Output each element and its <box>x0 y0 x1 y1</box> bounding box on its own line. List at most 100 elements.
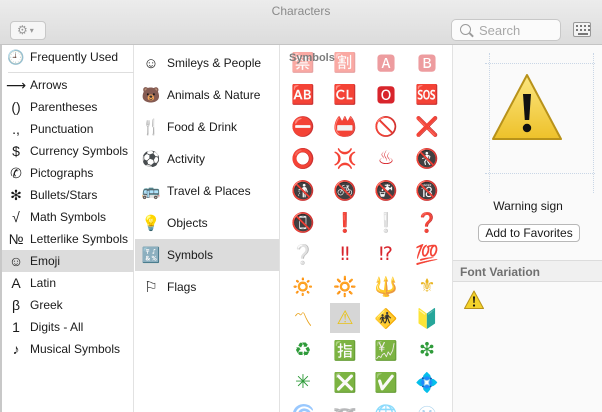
emoji-cell[interactable]: 🔆 <box>330 271 360 301</box>
emoji-cell[interactable]: ✅ <box>371 367 401 397</box>
search-field[interactable] <box>451 19 561 41</box>
emoji-cell[interactable]: 🚸 <box>371 303 401 333</box>
sidebar-item-math-symbols[interactable]: √ Math Symbols <box>2 206 134 228</box>
sidebar-item-bullets-stars[interactable]: ✻ Bullets/Stars <box>2 184 134 206</box>
emoji-cell[interactable]: ⚠ <box>330 303 360 333</box>
emoji-cell[interactable]: 🈯 <box>330 335 360 365</box>
subcategory-food-drink[interactable]: 🍴 Food & Drink <box>135 111 279 143</box>
emoji-cell[interactable]: 🔅 <box>288 271 318 301</box>
emoji-cell[interactable]: 💢 <box>330 143 360 173</box>
emoji-cell[interactable]: ❇ <box>412 335 442 365</box>
emoji-cell[interactable]: ⚜ <box>412 271 442 301</box>
sidebar-item-letterlike-symbols[interactable]: № Letterlike Symbols <box>2 228 134 250</box>
keyboard-viewer-button[interactable] <box>573 22 591 37</box>
numero-icon: № <box>8 231 24 247</box>
emoji-cell[interactable]: 🔞 <box>412 175 442 205</box>
emoji-cell[interactable]: 〽 <box>288 303 318 333</box>
sidebar-item-digits-all[interactable]: 1 Digits - All <box>2 316 134 338</box>
emoji-cell[interactable]: 🔰 <box>412 303 442 333</box>
font-variation-header: Font Variation <box>453 260 602 282</box>
subcategory-activity[interactable]: ⚽ Activity <box>135 143 279 175</box>
emoji-cell[interactable]: ♨ <box>371 143 401 173</box>
soccer-ball-icon: ⚽ <box>141 151 161 168</box>
emoji-cell[interactable]: 🅱 <box>412 47 442 77</box>
emoji-cell[interactable]: 🅾 <box>371 79 401 109</box>
window-title: Characters <box>271 4 331 18</box>
subcategory-label: Smileys & People <box>167 56 262 70</box>
emoji-cell[interactable]: ❔ <box>288 239 318 269</box>
emoji-cell[interactable]: 💠 <box>412 367 442 397</box>
emoji-cell[interactable]: ❌ <box>412 111 442 141</box>
emoji-cell[interactable]: 🅰 <box>371 47 401 77</box>
emoji-cell[interactable]: ‼ <box>330 239 360 269</box>
sidebar-item-greek[interactable]: β Greek <box>2 294 134 316</box>
grid-section-header: Symbols <box>289 52 335 64</box>
emoji-cell[interactable]: 🚷 <box>412 143 442 173</box>
sidebar-item-label: Letterlike Symbols <box>30 232 129 246</box>
sidebar-divider <box>8 72 134 73</box>
emoji-cell[interactable]: 🚱 <box>371 175 401 205</box>
emoji-cell[interactable]: ❎ <box>330 367 360 397</box>
emoji-cell[interactable]: 🔱 <box>371 271 401 301</box>
sidebar-item-label: Latin <box>30 276 57 290</box>
sidebar-item-label: Greek <box>30 298 63 312</box>
subcategory-smileys-people[interactable]: ☺ Smileys & People <box>135 47 279 79</box>
subcategory-objects[interactable]: 💡 Objects <box>135 207 279 239</box>
clock-icon: 🕘 <box>7 48 25 65</box>
emoji-cell[interactable]: ➿ <box>330 399 360 412</box>
subcategory-label: Activity <box>167 152 206 166</box>
character-name: Warning sign <box>493 199 563 213</box>
emoji-cell[interactable]: ❗ <box>330 207 360 237</box>
emoji-cell[interactable]: 🌀 <box>288 399 318 412</box>
sidebar-item-label: Parentheses <box>30 100 98 114</box>
emoji-cell[interactable]: ❕ <box>371 207 401 237</box>
sidebar-item-musical-symbols[interactable]: ♪ Musical Symbols <box>2 338 134 360</box>
emoji-cell[interactable]: 🆎 <box>288 79 318 109</box>
search-input[interactable] <box>479 23 557 38</box>
subcategory-travel-places[interactable]: 🚌 Travel & Places <box>135 175 279 207</box>
emoji-cell[interactable]: ⛔ <box>288 111 318 141</box>
emoji-cell[interactable]: 🆘 <box>412 79 442 109</box>
emoji-cell[interactable]: 📛 <box>330 111 360 141</box>
sidebar-item-arrows[interactable]: ⟶ Arrows <box>2 74 134 96</box>
emoji-cell[interactable]: 💹 <box>371 335 401 365</box>
lightbulb-icon: 💡 <box>141 215 161 232</box>
subcategory-symbols[interactable]: 🔣 Symbols <box>135 239 279 271</box>
emoji-cell[interactable]: 🚯 <box>288 175 318 205</box>
emoji-cell[interactable]: 📵 <box>288 207 318 237</box>
emoji-cell[interactable]: 🚳 <box>330 175 360 205</box>
sidebar-item-label: Math Symbols <box>30 210 107 224</box>
character-grid: Symbols 🈲 🈹 🅰 🅱 🆎 🆑 🅾 🆘 ⛔ 📛 🚫 ❌ ⭕ 💢 ♨ 🚷 🚯 🚳 🚱 🔞 📵 ❗ ❕ ❓ ❔ ‼ ⁉ 💯 🔅 🔆 🔱 ⚜… <box>281 45 451 412</box>
emoji-cell[interactable]: ⁉ <box>371 239 401 269</box>
sidebar-item-label: Emoji <box>30 254 61 268</box>
emoji-cell[interactable]: ♻ <box>288 335 318 365</box>
subcategory-animals-nature[interactable]: 🐻 Animals & Nature <box>135 79 279 111</box>
music-note-icon: ♪ <box>12 341 20 357</box>
emoji-cell[interactable]: 🌐 <box>371 399 401 412</box>
sidebar-item-pictographs[interactable]: ✆ Pictographs <box>2 162 134 184</box>
action-menu-button[interactable]: ⚙ ▾ <box>10 21 46 40</box>
sidebar-item-latin[interactable]: A Latin <box>2 272 134 294</box>
font-variation-warning-icon[interactable] <box>463 289 485 311</box>
pictograph-icon: ✆ <box>10 164 22 181</box>
square-root-icon: √ <box>12 209 20 225</box>
emoji-cell[interactable]: ✳ <box>288 367 318 397</box>
sidebar-item-parentheses[interactable]: () Parentheses <box>2 96 134 118</box>
star-bullet-icon: ✻ <box>10 186 22 203</box>
sidebar-item-label: Arrows <box>30 78 68 92</box>
sidebar-item-punctuation[interactable]: ., Punctuation <box>2 118 134 140</box>
add-to-favorites-button[interactable]: Add to Favorites <box>478 224 580 242</box>
emoji-cell[interactable]: 🚫 <box>371 111 401 141</box>
emoji-cell[interactable]: Ⓜ <box>412 399 442 412</box>
sidebar-item-frequently-used[interactable]: 🕘 Frequently Used <box>2 46 134 68</box>
subcategory-flags[interactable]: ⚐ Flags <box>135 271 279 303</box>
emoji-cell[interactable]: ⭕ <box>288 143 318 173</box>
emoji-cell[interactable]: 💯 <box>412 239 442 269</box>
category-sidebar: 🕘 Frequently Used ⟶ Arrows () Parentheses ., Pu… <box>0 45 134 412</box>
emoji-cell[interactable]: 🆑 <box>330 79 360 109</box>
arrow-icon: ⟶ <box>5 76 27 93</box>
parentheses-icon: () <box>11 99 21 115</box>
sidebar-item-emoji[interactable]: ☺ Emoji <box>2 250 134 272</box>
sidebar-item-currency-symbols[interactable]: $ Currency Symbols <box>2 140 134 162</box>
emoji-cell[interactable]: ❓ <box>412 207 442 237</box>
